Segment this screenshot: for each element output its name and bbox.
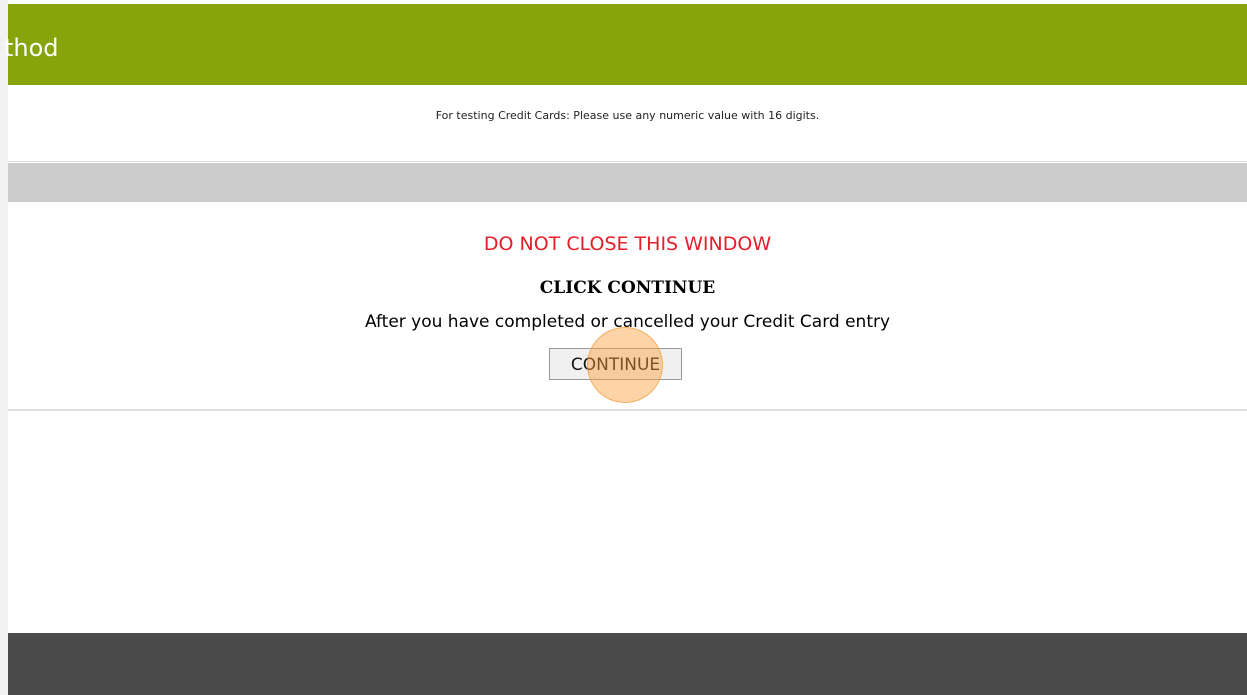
instruction-text: After you have completed or cancelled yo…: [364, 312, 891, 332]
payment-page: thod For testing Credit Cards: Please us…: [0, 0, 1247, 695]
page-footer: [8, 633, 1247, 695]
page-title: thod: [4, 34, 59, 62]
section-band: [8, 163, 1247, 202]
divider: [8, 161, 1247, 162]
continue-button[interactable]: CONTINUE: [549, 348, 682, 380]
click-continue-heading: CLICK CONTINUE: [539, 278, 716, 298]
testing-notice: For testing Credit Cards: Please use any…: [435, 109, 820, 122]
divider: [8, 409, 1247, 411]
warning-message: DO NOT CLOSE THIS WINDOW: [483, 233, 772, 255]
page-header: thod: [4, 4, 1247, 85]
left-edge-strip: [0, 0, 8, 695]
